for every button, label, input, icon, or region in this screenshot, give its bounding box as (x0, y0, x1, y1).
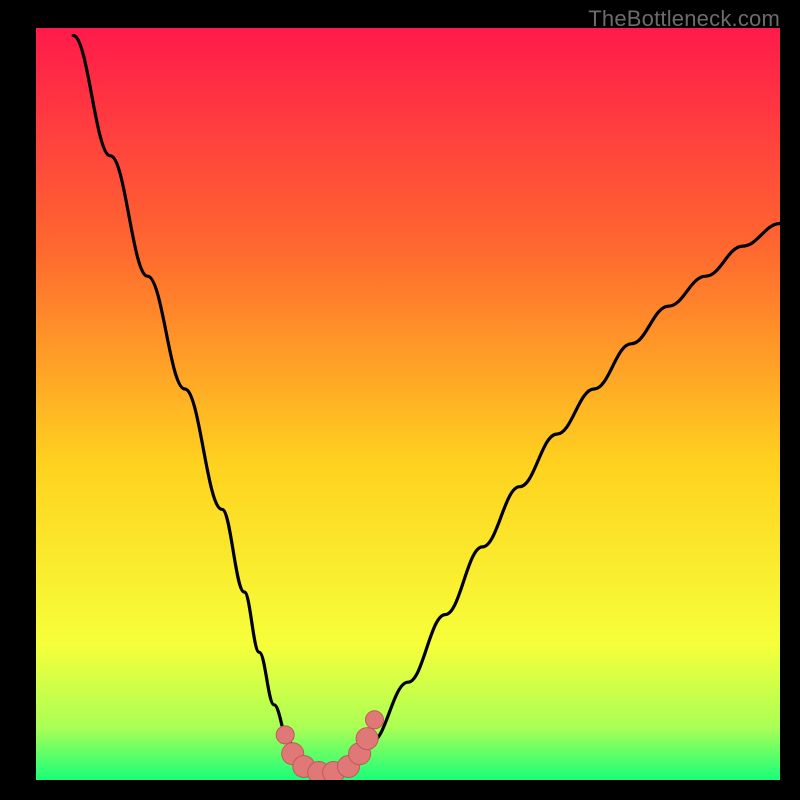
watermark-text: TheBottleneck.com (588, 6, 780, 32)
marker-dot (356, 728, 378, 750)
plot-area (36, 28, 780, 780)
plot-svg (36, 28, 780, 780)
marker-dot (276, 726, 294, 744)
gradient-bg (36, 28, 780, 780)
chart-frame: TheBottleneck.com (0, 0, 800, 800)
marker-dot (366, 711, 384, 729)
